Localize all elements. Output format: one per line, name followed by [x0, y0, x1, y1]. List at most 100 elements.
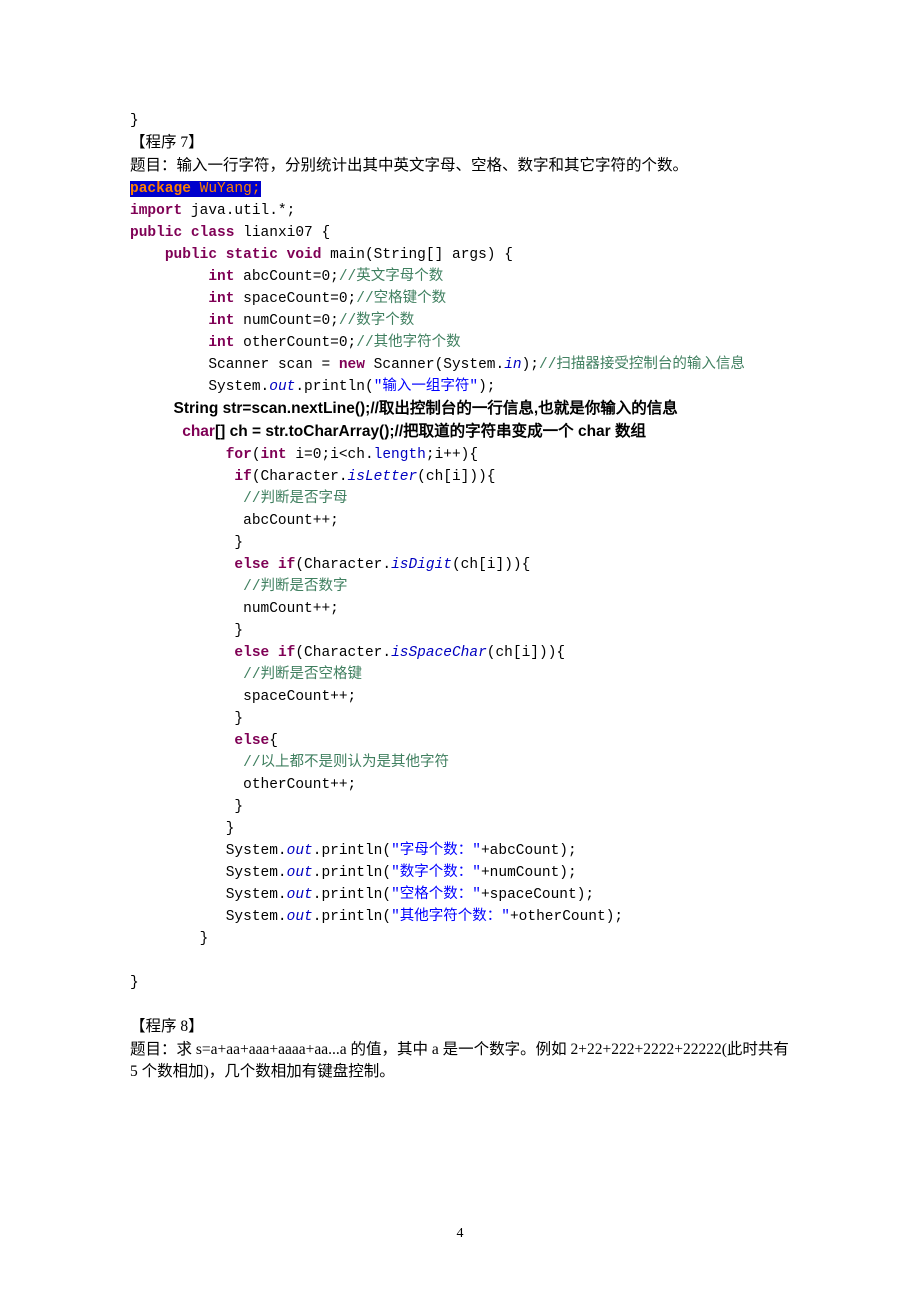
keyword-int: int: [208, 313, 234, 329]
print-other: +otherCount);: [510, 909, 623, 925]
page-number: 4: [0, 1226, 920, 1242]
code-line: }: [130, 113, 139, 129]
var-abc: abcCount=0;: [234, 269, 338, 285]
println-open: .println(: [295, 379, 373, 395]
keyword-static: static: [226, 247, 278, 263]
inc-num: numCount++;: [243, 601, 339, 617]
brace-close: }: [234, 623, 243, 639]
keyword-if: if: [278, 645, 295, 661]
keyword-if: if: [278, 557, 295, 573]
comment-digit-check: //判断是否数字: [243, 579, 347, 595]
program-heading-8: 【程序 8】: [130, 1018, 204, 1035]
for-open: (: [252, 447, 261, 463]
if-open: (Character.: [252, 469, 348, 485]
code-block: } 【程序 7】 题目：输入一行字符，分别统计出其中英文字母、空格、数字和其它字…: [130, 110, 795, 1039]
method-isletter: isLetter: [348, 469, 418, 485]
string-space-count: "空格个数：": [391, 887, 481, 903]
keyword-else: else: [234, 645, 269, 661]
brace-close: }: [200, 931, 209, 947]
brace-close: }: [226, 821, 235, 837]
system-out: out: [287, 909, 313, 925]
char-array-decl: [] ch = str.toCharArray();//把取道的字符串变成一个 …: [215, 423, 646, 440]
println-close: );: [478, 379, 495, 395]
elif-close: (ch[i])){: [487, 645, 565, 661]
string-other-count: "其他字符个数：": [391, 909, 510, 925]
method-isspace: isSpaceChar: [391, 645, 487, 661]
system-out: out: [269, 379, 295, 395]
elif-open: (Character.: [295, 645, 391, 661]
elif-open: (Character.: [295, 557, 391, 573]
keyword-class: class: [191, 225, 235, 241]
println-open: .println(: [313, 887, 391, 903]
import-statement: java.util.*;: [182, 203, 295, 219]
system-out: out: [287, 843, 313, 859]
println-open: .println(: [313, 865, 391, 881]
inc-space: spaceCount++;: [243, 689, 356, 705]
package-space: [191, 181, 200, 197]
class-name: lianxi07 {: [234, 225, 330, 241]
method-isdigit: isDigit: [391, 557, 452, 573]
main-signature: main(String[] args) {: [321, 247, 512, 263]
keyword-package: package: [130, 181, 191, 197]
comment-letter-check: //判断是否字母: [243, 491, 347, 507]
package-name: WuYang;: [200, 181, 261, 197]
elif-close: (ch[i])){: [452, 557, 530, 573]
println-open: .println(: [313, 843, 391, 859]
comment-space: //空格键个数: [356, 291, 446, 307]
string-nextline: String str=scan.nextLine();//取出控制台的一行信息,…: [174, 400, 678, 417]
brace-close: }: [130, 975, 139, 991]
keyword-int: int: [208, 335, 234, 351]
keyword-void: void: [287, 247, 322, 263]
keyword-for: for: [226, 447, 252, 463]
scanner-end: );: [522, 357, 539, 373]
keyword-char: char: [182, 423, 215, 440]
program-heading-7: 【程序 7】: [130, 134, 204, 151]
scanner-decl: Scanner scan =: [208, 357, 339, 373]
document-page: } 【程序 7】 题目：输入一行字符，分别统计出其中英文字母、空格、数字和其它字…: [0, 0, 920, 1302]
var-space: spaceCount=0;: [234, 291, 356, 307]
system-out: out: [287, 865, 313, 881]
system-out: out: [287, 887, 313, 903]
keyword-import: import: [130, 203, 182, 219]
keyword-int: int: [208, 291, 234, 307]
comment-scanner: //扫描器接受控制台的输入信息: [539, 357, 745, 373]
print-num: +numCount);: [481, 865, 577, 881]
keyword-new: new: [339, 357, 365, 373]
field-length: length: [374, 447, 426, 463]
sysout-prefix: System.: [226, 887, 287, 903]
keyword-else: else: [234, 557, 269, 573]
program-7-description: 题目：输入一行字符，分别统计出其中英文字母、空格、数字和其它字符的个数。: [130, 157, 688, 174]
keyword-int: int: [261, 447, 287, 463]
sysout-prefix: System.: [208, 379, 269, 395]
inc-other: otherCount++;: [243, 777, 356, 793]
sysout-prefix: System.: [226, 865, 287, 881]
var-num: numCount=0;: [234, 313, 338, 329]
println-open: .println(: [313, 909, 391, 925]
program-8-description: 题目：求 s=a+aa+aaa+aaaa+aa...a 的值，其中 a 是一个数…: [130, 1039, 795, 1083]
comment-num: //数字个数: [339, 313, 414, 329]
else-open: {: [269, 733, 278, 749]
string-digit-count: "数字个数：": [391, 865, 481, 881]
brace-close: }: [234, 711, 243, 727]
comment-other-check: //以上都不是则认为是其他字符: [243, 755, 449, 771]
keyword-public: public: [130, 225, 182, 241]
keyword-else: else: [234, 733, 269, 749]
comment-other: //其他字符个数: [356, 335, 460, 351]
comment-space-check: //判断是否空格键: [243, 667, 362, 683]
var-other: otherCount=0;: [234, 335, 356, 351]
keyword-int: int: [208, 269, 234, 285]
system-in: in: [504, 357, 521, 373]
brace-close: }: [234, 535, 243, 551]
for-cond: i=0;i<ch.: [287, 447, 374, 463]
brace-close: }: [234, 799, 243, 815]
for-close: ;i++){: [426, 447, 478, 463]
print-abc: +abcCount);: [481, 843, 577, 859]
scanner-ctor: Scanner(System.: [365, 357, 504, 373]
string-letter-count: "字母个数：": [391, 843, 481, 859]
print-space: +spaceCount);: [481, 887, 594, 903]
comment-abc: //英文字母个数: [339, 269, 443, 285]
if-close: (ch[i])){: [417, 469, 495, 485]
sysout-prefix: System.: [226, 843, 287, 859]
inc-abc: abcCount++;: [243, 513, 339, 529]
sysout-prefix: System.: [226, 909, 287, 925]
